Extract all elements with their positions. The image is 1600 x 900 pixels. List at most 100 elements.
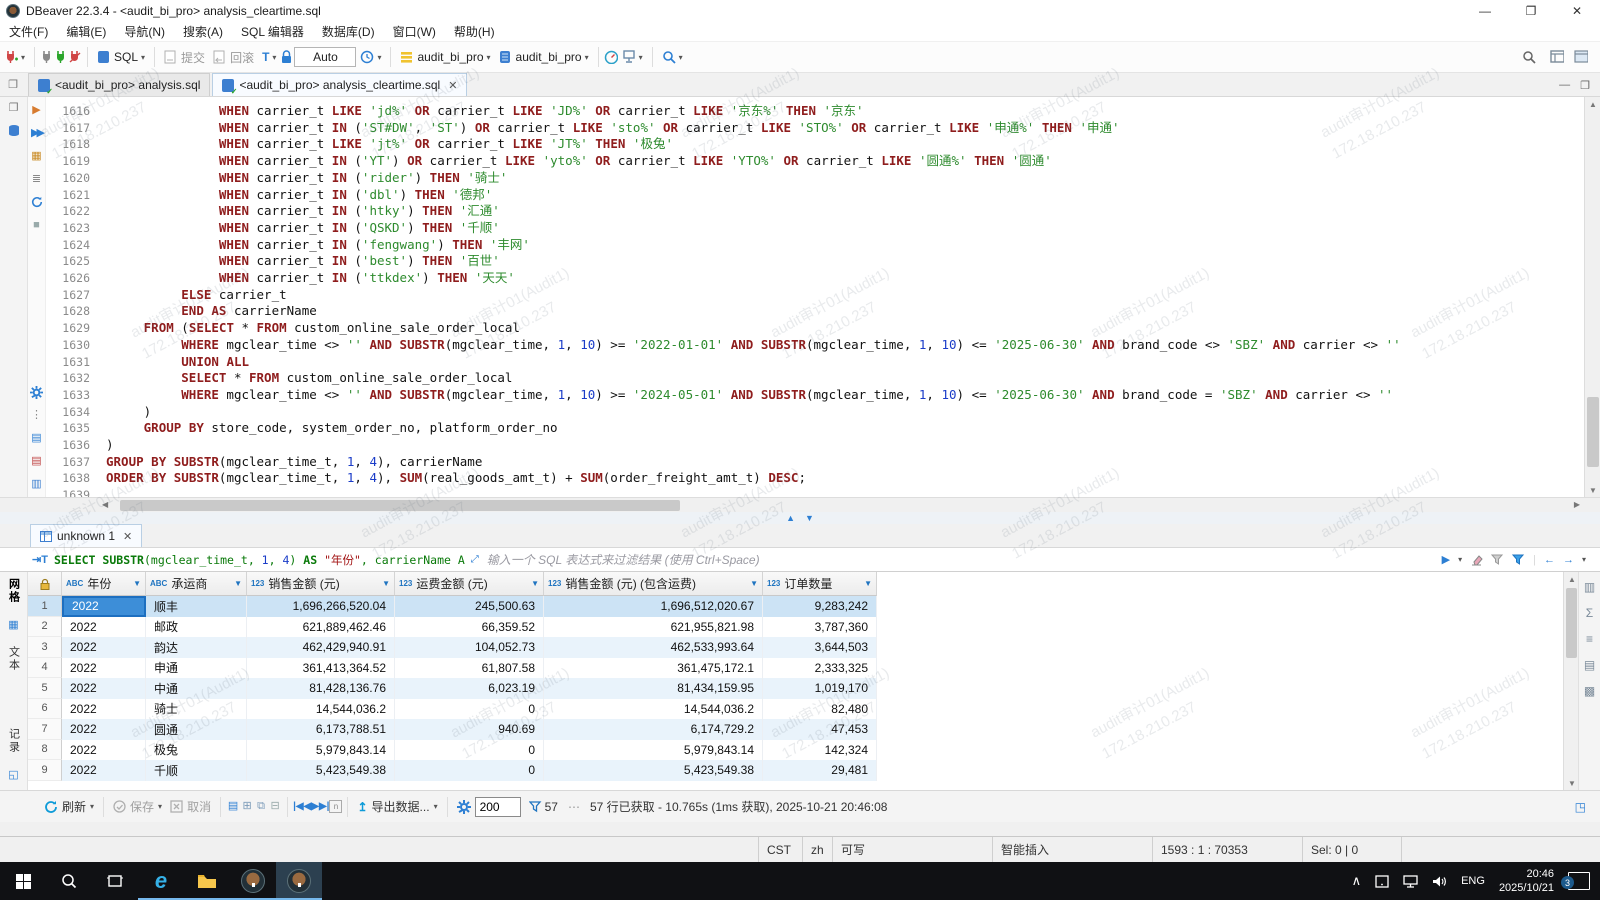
grid-cell-r5c3[interactable]: 81,428,136.76 — [247, 678, 395, 699]
grid-cell-r1c6[interactable]: 9,283,242 — [763, 596, 877, 617]
grid-cell-r1c2[interactable]: 顺丰 — [146, 596, 247, 617]
tray-expand-icon[interactable]: ∧ — [1352, 873, 1362, 889]
menu-item-7[interactable]: 帮助(H) — [445, 21, 504, 42]
row-number-6[interactable]: 6 — [28, 699, 62, 720]
code-line-1620[interactable]: WHEN carrier_t IN ('rider') THEN '骑士' — [106, 170, 1584, 187]
quick-search-icon[interactable] — [1522, 50, 1536, 64]
sort-arrow-icon[interactable]: ▼ — [382, 579, 390, 588]
view-tab-grid[interactable]: 网格 — [6, 578, 22, 604]
fetch-funnel-icon[interactable] — [529, 801, 542, 813]
grid-cell-r7c1[interactable]: 2022 — [62, 719, 146, 740]
dashboard-gauge-icon[interactable] — [604, 50, 618, 64]
code-line-1629[interactable]: FROM (SELECT * FROM custom_online_sale_o… — [106, 320, 1584, 337]
code-line-1625[interactable]: WHEN carrier_t IN ('best') THEN '百世' — [106, 253, 1584, 270]
scroll-right-icon[interactable]: ▶ — [1574, 500, 1580, 509]
grid-cell-r7c2[interactable]: 圆通 — [146, 719, 247, 740]
taskbar-explorer-button[interactable] — [184, 862, 230, 900]
grid-scroll-up-icon[interactable]: ▲ — [1564, 572, 1580, 586]
transaction-log-button[interactable]: T ▾ — [258, 47, 280, 67]
sort-arrow-icon[interactable]: ▼ — [531, 579, 539, 588]
references-panel-icon[interactable]: ▤ — [1584, 658, 1595, 672]
grid-cell-r2c6[interactable]: 3,787,360 — [763, 617, 877, 638]
tab-analysis-sql[interactable]: <audit_bi_pro> analysis.sql — [28, 73, 210, 96]
action-center-icon[interactable]: 3 — [1568, 872, 1590, 890]
task-view-button[interactable] — [92, 862, 138, 900]
cancel-button[interactable]: 取消 — [166, 796, 215, 817]
grid-corner-lock[interactable] — [28, 572, 62, 596]
menu-item-5[interactable]: 数据库(D) — [313, 21, 384, 42]
row-number-8[interactable]: 8 — [28, 740, 62, 761]
grid-cell-r3c3[interactable]: 462,429,940.91 — [247, 637, 395, 658]
grid-cell-r1c4[interactable]: 245,500.63 — [395, 596, 544, 617]
grid-cell-r4c4[interactable]: 61,807.58 — [395, 658, 544, 679]
eraser-icon[interactable] — [1470, 554, 1483, 566]
grid-cell-r2c5[interactable]: 621,955,821.98 — [544, 617, 763, 638]
grid-cell-r6c5[interactable]: 14,544,036.2 — [544, 699, 763, 720]
edit-row-icon[interactable]: ▤ — [226, 800, 240, 814]
connection-selector[interactable]: audit_bi_pro ▾ — [396, 47, 494, 67]
error-log-icon[interactable]: ▤ — [30, 454, 44, 468]
grid-cell-r9c1[interactable]: 2022 — [62, 760, 146, 781]
grid-cell-r8c3[interactable]: 5,979,843.14 — [247, 740, 395, 761]
result-filter-bar[interactable]: ⇥T SELECT SUBSTR(mgclear_time_t, 1, 4) A… — [0, 548, 1600, 572]
code-line-1631[interactable]: UNION ALL — [106, 354, 1584, 371]
last-row-icon[interactable]: ▶| — [319, 801, 330, 812]
expand-filter-icon[interactable]: ⤢ — [471, 554, 479, 565]
grid-vscroll-thumb[interactable] — [1566, 588, 1577, 658]
code-line-1627[interactable]: ELSE carrier_t — [106, 287, 1584, 304]
grid-cell-r9c5[interactable]: 5,423,549.38 — [544, 760, 763, 781]
code-line-1639[interactable] — [106, 487, 1584, 497]
column-header-3[interactable]: 123运费金额 (元)▼ — [395, 572, 544, 596]
code-line-1623[interactable]: WHEN carrier_t IN ('QSKD') THEN '千顺' — [106, 220, 1584, 237]
code-line-1633[interactable]: WHERE mgclear_time <> '' AND SUBSTR(mgcl… — [106, 387, 1584, 404]
code-line-1619[interactable]: WHEN carrier_t IN ('YT') OR carrier_t LI… — [106, 153, 1584, 170]
tab-analysis-cleartime-sql[interactable]: <audit_bi_pro> analysis_cleartime.sql ✕ — [212, 73, 467, 96]
grid-cell-r2c2[interactable]: 邮政 — [146, 617, 247, 638]
results-tab-close-icon[interactable]: ✕ — [123, 530, 132, 543]
grid-cell-r6c6[interactable]: 82,480 — [763, 699, 877, 720]
calc-panel-icon[interactable]: ▩ — [1584, 684, 1595, 698]
refresh-metadata-icon[interactable] — [30, 195, 44, 209]
grid-cell-r4c3[interactable]: 361,413,364.52 — [247, 658, 395, 679]
view-tab-record[interactable]: 记录 — [6, 728, 22, 754]
editor-hscrollbar[interactable]: ◀ ▶ — [0, 497, 1600, 512]
code-line-1622[interactable]: WHEN carrier_t IN ('htky') THEN '汇通' — [106, 203, 1584, 220]
grid-vscrollbar[interactable]: ▲ ▼ — [1563, 572, 1578, 790]
maximize-results-icon[interactable]: ◳ — [1575, 800, 1586, 814]
editor-hscroll-thumb[interactable] — [120, 500, 680, 511]
add-row-icon[interactable]: ⊞ — [240, 800, 254, 814]
sash-up-icon[interactable]: ▲ — [786, 513, 795, 523]
taskbar-clock[interactable]: 20:46 2025/10/21 — [1499, 867, 1554, 896]
tx-history-button[interactable]: ▾ — [356, 47, 385, 67]
grid-cell-r7c4[interactable]: 940.69 — [395, 719, 544, 740]
value-panel-icon[interactable]: ▥ — [1584, 580, 1595, 594]
grid-cell-r9c6[interactable]: 29,481 — [763, 760, 877, 781]
grid-cell-r5c4[interactable]: 6,023.19 — [395, 678, 544, 699]
sort-arrow-icon[interactable]: ▼ — [234, 579, 242, 588]
code-line-1636[interactable]: ) — [106, 437, 1584, 454]
row-number-3[interactable]: 3 — [28, 637, 62, 658]
code-area[interactable]: WHEN carrier_t LIKE 'jd%' OR carrier_t L… — [100, 97, 1584, 497]
stop-icon[interactable]: ■ — [30, 218, 44, 232]
grid-cell-r7c6[interactable]: 47,453 — [763, 719, 877, 740]
grid-cell-r2c1[interactable]: 2022 — [62, 617, 146, 638]
taskbar-search-button[interactable] — [46, 862, 92, 900]
grid-cell-r3c4[interactable]: 104,052.73 — [395, 637, 544, 658]
grid-cell-r6c2[interactable]: 骑士 — [146, 699, 247, 720]
menu-item-6[interactable]: 窗口(W) — [384, 21, 445, 42]
code-line-1624[interactable]: WHEN carrier_t IN ('fengwang') THEN '丰网' — [106, 237, 1584, 254]
taskbar-dbeaver2-button[interactable] — [276, 862, 322, 900]
commit-button[interactable]: 提交 — [160, 46, 209, 69]
statistics-icon[interactable]: ≣ — [30, 172, 44, 186]
minimize-editor-icon[interactable]: — — [1559, 79, 1570, 92]
save-log-icon[interactable]: ▤ — [30, 431, 44, 445]
maximize-button[interactable]: ❐ — [1508, 0, 1554, 22]
filter-placeholder[interactable]: 输入一个 SQL 表达式来过滤结果 (使用 Ctrl+Space) — [487, 551, 760, 568]
menu-item-0[interactable]: 文件(F) — [0, 21, 57, 42]
sort-arrow-icon[interactable]: ▼ — [750, 579, 758, 588]
history-back-icon[interactable]: ← — [1544, 554, 1555, 566]
row-number-2[interactable]: 2 — [28, 617, 62, 638]
grid-cell-r8c5[interactable]: 5,979,843.14 — [544, 740, 763, 761]
start-button[interactable] — [0, 862, 46, 900]
delete-row-icon[interactable]: ⊟ — [268, 800, 282, 814]
